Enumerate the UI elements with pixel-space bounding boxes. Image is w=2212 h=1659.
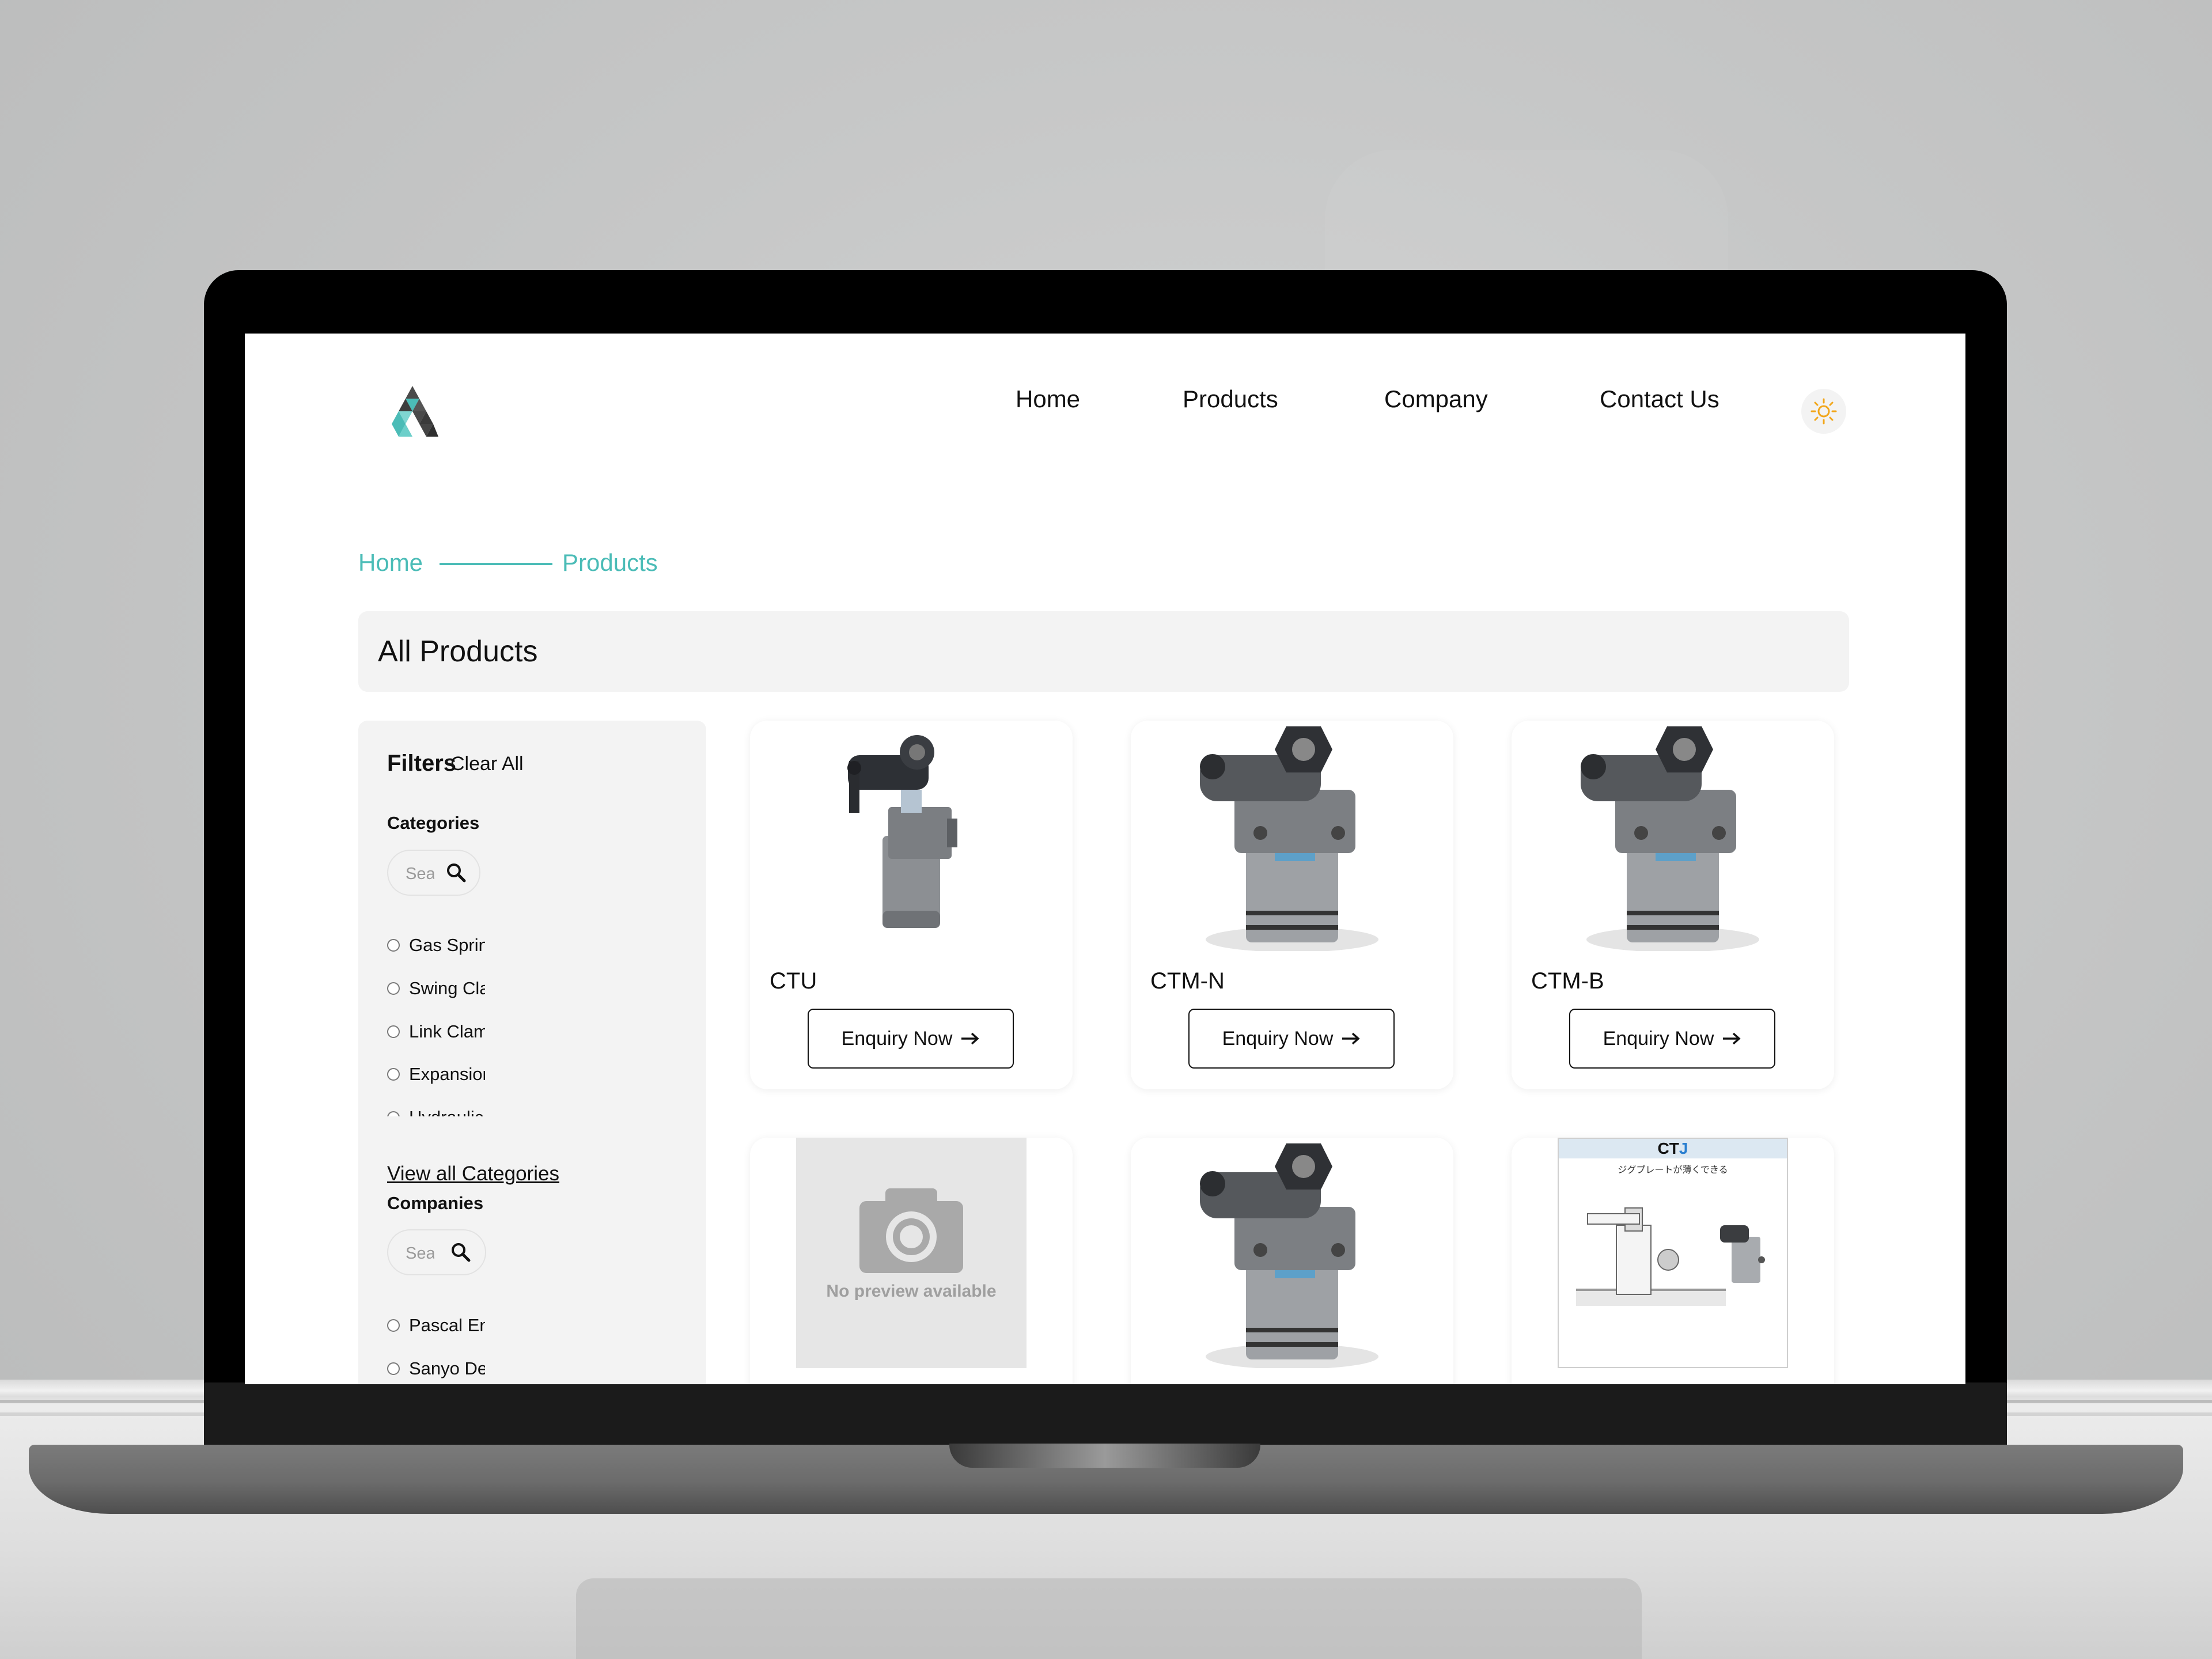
- enquiry-now-button[interactable]: Enquiry Now: [808, 1009, 1014, 1069]
- company-option[interactable]: Pascal Engineering: [387, 1314, 485, 1337]
- enquiry-now-label: Enquiry Now: [841, 1027, 953, 1050]
- categories-search-input[interactable]: [406, 863, 434, 884]
- category-option[interactable]: Expansion Clamp: [387, 1063, 485, 1086]
- breadcrumb-current: Products: [562, 549, 658, 576]
- view-all-categories-link[interactable]: View all Categories: [387, 1162, 559, 1185]
- product-image: [1177, 721, 1407, 951]
- product-image: [1177, 1138, 1407, 1368]
- companies-search-input[interactable]: [406, 1243, 434, 1264]
- categories-search: [387, 850, 480, 896]
- filters-title: Filters: [387, 751, 457, 776]
- search-icon[interactable]: [446, 862, 467, 883]
- sun-icon: [1810, 398, 1837, 425]
- company-option[interactable]: Sanyo Denki: [387, 1357, 485, 1380]
- main-nav: Home Products Company Contact Us: [245, 385, 1965, 414]
- category-option[interactable]: Link Clamp: [387, 1020, 485, 1043]
- radio-button[interactable]: [387, 1067, 400, 1081]
- companies-search: [387, 1229, 486, 1275]
- radio-button[interactable]: [387, 938, 400, 952]
- browser-viewport: Home Products Company Contact Us Home Pr…: [245, 334, 1965, 1384]
- category-option[interactable]: Gas Spring: [387, 934, 485, 957]
- product-image: [796, 721, 1027, 951]
- nav-products[interactable]: Products: [1183, 385, 1278, 413]
- radio-button[interactable]: [387, 982, 400, 995]
- product-name: CTM-N: [1150, 968, 1225, 994]
- no-preview-image: No preview available: [796, 1138, 1027, 1368]
- companies-title: Companies: [387, 1193, 484, 1213]
- product-card[interactable]: CTM-B Enquiry Now: [1512, 721, 1834, 1089]
- laptop-notch: [949, 1444, 1260, 1468]
- radio-button[interactable]: [387, 1025, 400, 1038]
- filters-sidebar: Filters Clear All Categories Gas Spring …: [358, 721, 706, 1384]
- product-card[interactable]: CTU Enquiry Now: [750, 721, 1073, 1089]
- radio-button[interactable]: [387, 1362, 400, 1375]
- radio-button[interactable]: [387, 1319, 400, 1332]
- desk-reflection: [576, 1578, 1642, 1659]
- product-name: CTU: [770, 968, 817, 994]
- theme-toggle-button[interactable]: [1801, 389, 1846, 434]
- clear-all-button[interactable]: Clear All: [450, 753, 524, 775]
- categories-title: Categories: [387, 813, 480, 833]
- breadcrumb-home[interactable]: Home: [358, 549, 423, 577]
- product-card[interactable]: [1131, 1138, 1453, 1384]
- diagram-drawing: [1576, 1207, 1765, 1306]
- category-option[interactable]: Hydraulic: [387, 1106, 485, 1116]
- camera-icon: [859, 1188, 963, 1273]
- product-card[interactable]: CTJ ジグプレートが薄くできる: [1512, 1138, 1834, 1384]
- enquiry-now-button[interactable]: Enquiry Now: [1188, 1009, 1395, 1069]
- view-all-categories[interactable]: View all Categories: [387, 1162, 559, 1185]
- enquiry-now-label: Enquiry Now: [1222, 1027, 1334, 1050]
- page-title-bar: All Products: [358, 611, 1849, 692]
- product-card[interactable]: CTM-N Enquiry Now: [1131, 721, 1453, 1089]
- enquiry-now-button[interactable]: Enquiry Now: [1569, 1009, 1775, 1069]
- arrow-right-icon: [961, 1032, 979, 1045]
- laptop-chin: [204, 1382, 2007, 1446]
- search-icon[interactable]: [450, 1242, 471, 1263]
- arrow-right-icon: [1723, 1032, 1741, 1045]
- category-option[interactable]: Swing Clamp: [387, 977, 485, 1000]
- arrow-right-icon: [1342, 1032, 1360, 1045]
- enquiry-now-label: Enquiry Now: [1603, 1027, 1714, 1050]
- nav-home[interactable]: Home: [1016, 385, 1080, 413]
- product-image: [1558, 721, 1788, 951]
- nav-company[interactable]: Company: [1384, 385, 1488, 413]
- diagram-title: CTJ: [1559, 1139, 1787, 1158]
- ctj-diagram-image: CTJ ジグプレートが薄くできる: [1558, 1138, 1788, 1368]
- nav-contact-us[interactable]: Contact Us: [1600, 385, 1719, 413]
- no-preview-text: No preview available: [826, 1282, 997, 1301]
- page-title: All Products: [378, 635, 538, 668]
- product-name: CTM-B: [1531, 968, 1604, 994]
- radio-button[interactable]: [387, 1111, 400, 1116]
- breadcrumb-separator: [440, 563, 552, 565]
- product-card[interactable]: No preview available: [750, 1138, 1073, 1384]
